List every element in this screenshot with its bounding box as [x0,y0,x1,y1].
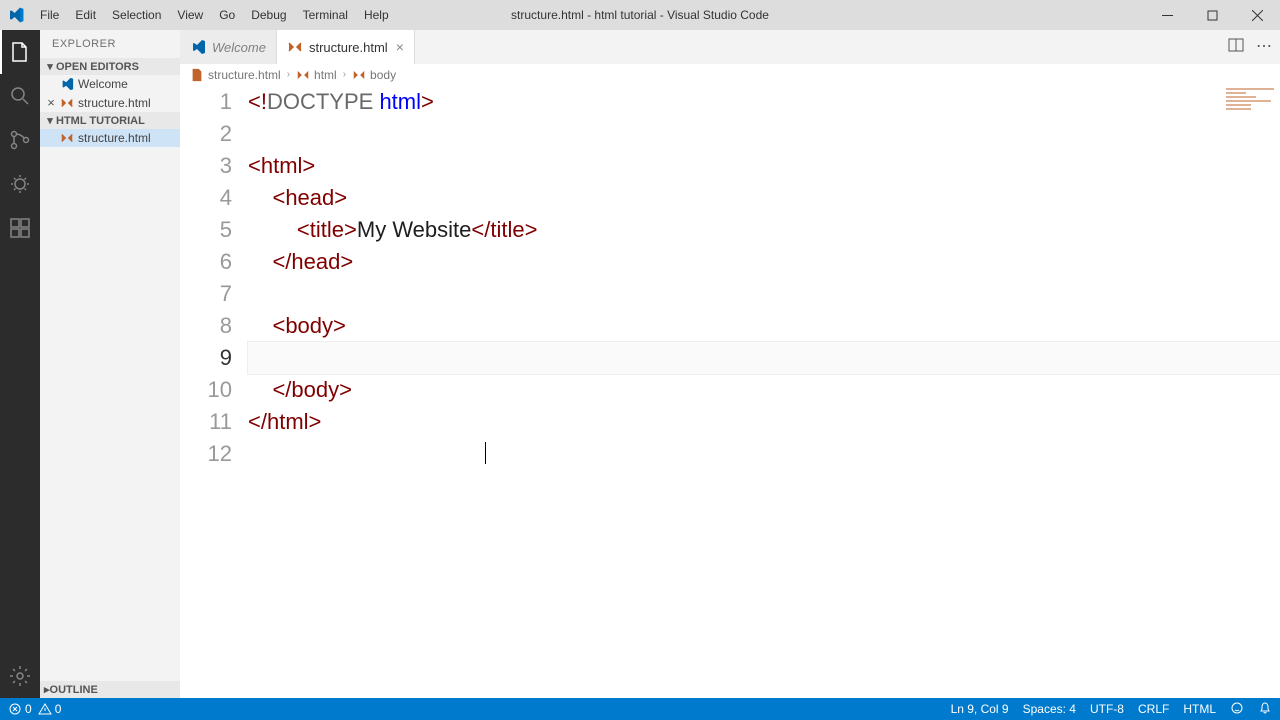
close-button[interactable] [1235,0,1280,30]
activity-extensions[interactable] [0,206,40,250]
tab-bar: Welcomestructure.html× ⋯ [180,30,1280,64]
activity-search[interactable] [0,74,40,118]
open-editor-item[interactable]: Welcome [40,75,180,93]
open-editor-item[interactable]: ×structure.html [40,93,180,112]
vscode-logo-icon [8,7,24,23]
menu-go[interactable]: Go [211,0,243,30]
chevron-right-icon: › [287,69,290,80]
close-icon[interactable]: × [44,95,58,110]
tab-welcome[interactable]: Welcome [180,30,277,64]
tab-structure-html[interactable]: structure.html× [277,30,415,64]
breadcrumb-item[interactable]: structure.html [208,68,281,82]
menu-bar: FileEditSelectionViewGoDebugTerminalHelp [32,0,397,30]
code-editor[interactable]: 123456789101112 <!DOCTYPE html><html> <h… [180,86,1280,698]
editor-group: Welcomestructure.html× ⋯ structure.html … [180,30,1280,698]
minimap[interactable] [1220,86,1280,136]
activity-bar [0,30,40,698]
activity-explorer[interactable] [0,30,40,74]
feedback-icon[interactable] [1230,701,1244,718]
errors-icon[interactable]: 0 [8,702,32,716]
activity-settings[interactable] [0,654,40,698]
project-header[interactable]: ▾HTML Tutorial [40,112,180,129]
chevron-down-icon: ▾ [44,114,56,127]
breadcrumb-item[interactable]: html [314,68,337,82]
tag-icon [352,68,366,82]
status-indentation[interactable]: Spaces: 4 [1023,702,1076,716]
html-file-icon [190,68,204,82]
editor-actions: ⋯ [1220,30,1280,64]
menu-edit[interactable]: Edit [67,0,104,30]
sidebar-title: Explorer [40,30,180,58]
file-item[interactable]: structure.html [40,129,180,147]
split-editor-icon[interactable] [1228,37,1244,58]
menu-file[interactable]: File [32,0,67,30]
status-cursor-position[interactable]: Ln 9, Col 9 [951,702,1009,716]
warnings-icon[interactable]: 0 [38,702,62,716]
minimize-button[interactable] [1145,0,1190,30]
menu-view[interactable]: View [169,0,211,30]
activity-debug[interactable] [0,162,40,206]
outline-header[interactable]: ▸Outline [40,681,180,698]
activity-scm[interactable] [0,118,40,162]
window-title: structure.html - html tutorial - Visual … [511,8,769,22]
window-controls [1145,0,1280,30]
breadcrumb-item[interactable]: body [370,68,396,82]
menu-terminal[interactable]: Terminal [295,0,356,30]
code-content[interactable]: <!DOCTYPE html><html> <head> <title>My W… [248,86,1280,698]
open-editors-header[interactable]: ▾Open Editors [40,58,180,75]
status-eol[interactable]: CRLF [1138,702,1169,716]
chevron-down-icon: ▾ [44,60,56,73]
sidebar: Explorer ▾Open Editors Welcome×structure… [40,30,180,698]
status-language[interactable]: HTML [1183,702,1216,716]
menu-debug[interactable]: Debug [243,0,294,30]
more-icon[interactable]: ⋯ [1256,39,1272,55]
status-bar: 0 0 Ln 9, Col 9 Spaces: 4 UTF-8 CRLF HTM… [0,698,1280,720]
menu-selection[interactable]: Selection [104,0,169,30]
line-number-gutter: 123456789101112 [180,86,248,698]
close-icon[interactable]: × [396,39,404,55]
maximize-button[interactable] [1190,0,1235,30]
notifications-icon[interactable] [1258,701,1272,718]
titlebar: FileEditSelectionViewGoDebugTerminalHelp… [0,0,1280,30]
breadcrumbs[interactable]: structure.html › html › body [180,64,1280,86]
chevron-right-icon: › [343,69,346,80]
text-cursor [485,442,486,464]
tag-icon [296,68,310,82]
status-encoding[interactable]: UTF-8 [1090,702,1124,716]
menu-help[interactable]: Help [356,0,397,30]
